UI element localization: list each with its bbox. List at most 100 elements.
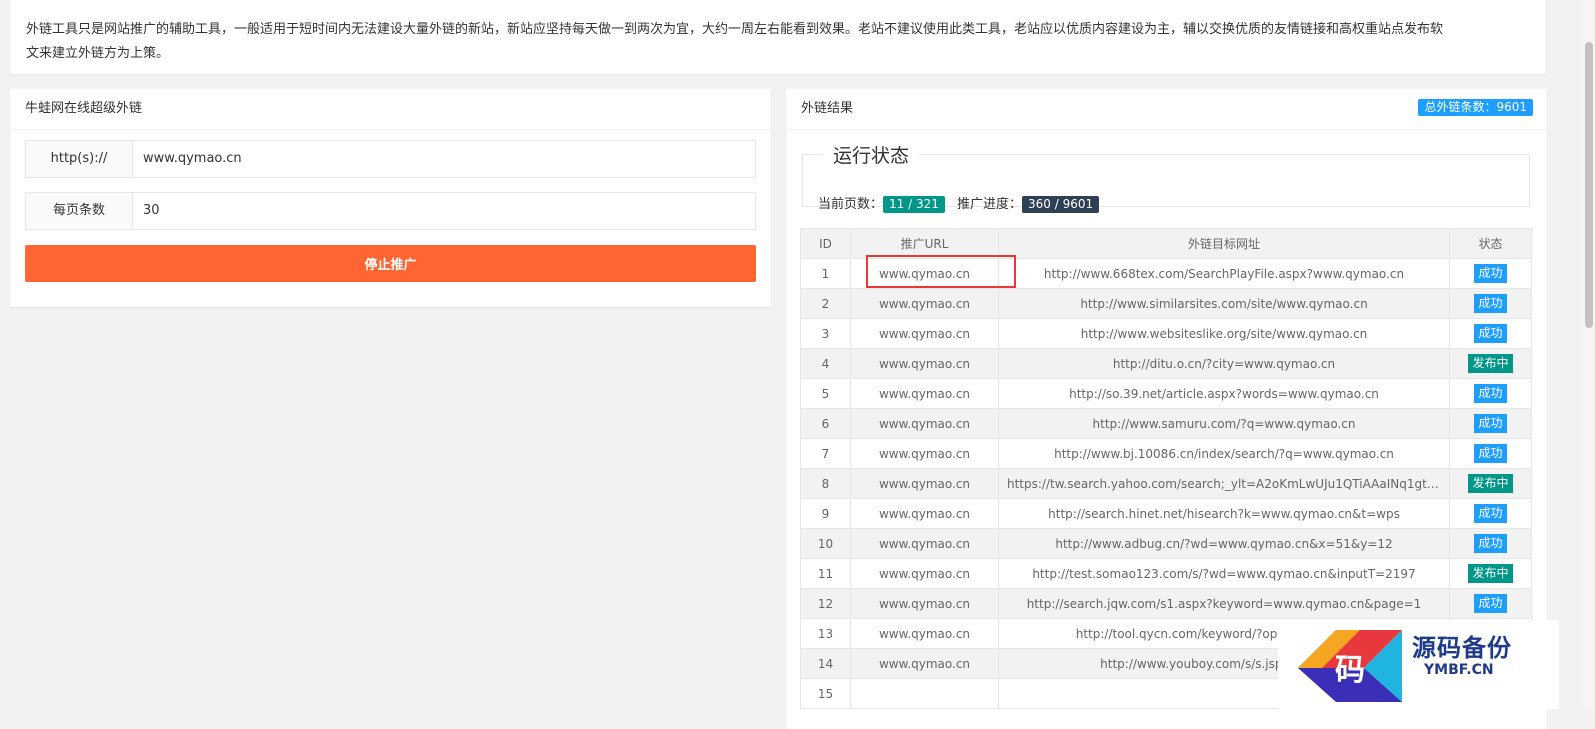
table-row: 7 www.qymao.cn http://www.bj.10086.cn/inde… xyxy=(800,438,1532,469)
url-label: http(s):// xyxy=(26,141,133,177)
cell-id: 8 xyxy=(800,468,851,499)
cell-target-url: http://www.bj.10086.cn/index/search/?q=w… xyxy=(998,438,1450,469)
promotion-form-panel: 牛蛙网在线超级外链 http(s):// 每页条数 停止推广 xyxy=(10,89,771,307)
cell-id: 12 xyxy=(800,588,851,619)
status-publishing-tag: 发布中 xyxy=(1468,564,1513,583)
cell-status: 成功 xyxy=(1449,438,1532,469)
cell-target-url: http://ditu.o.cn/?city=www.qymao.cn xyxy=(998,348,1450,379)
cell-promo-url: www.qymao.cn xyxy=(850,288,999,319)
cell-status: 发布中 xyxy=(1449,468,1532,499)
cell-target-url: http://www.samuru.com/?q=www.qymao.cn xyxy=(998,408,1450,439)
col-header-promo-url: 推广URL xyxy=(850,228,999,259)
status-success-tag: 成功 xyxy=(1474,534,1507,553)
per-page-input[interactable] xyxy=(133,193,755,229)
col-header-status: 状态 xyxy=(1449,228,1532,259)
table-row: 5 www.qymao.cn http://so.39.net/article.as… xyxy=(800,378,1532,409)
cell-status: 成功 xyxy=(1449,378,1532,409)
cell-status: 成功 xyxy=(1449,318,1532,349)
progress-label: 推广进度： xyxy=(957,197,1023,212)
status-success-tag: 成功 xyxy=(1474,594,1507,613)
cell-target-url: http://search.jqw.com/s1.aspx?keyword=ww… xyxy=(998,588,1450,619)
cell-target-url: http://test.somao123.com/s/?wd=www.qymao… xyxy=(998,558,1450,589)
cell-status: 成功 xyxy=(1449,528,1532,559)
cell-promo-url: www.qymao.cn xyxy=(850,378,999,409)
cell-target-url: https://tw.search.yahoo.com/search;_ylt=… xyxy=(998,468,1450,499)
cell-status: 成功 xyxy=(1449,588,1532,619)
cell-status: 成功 xyxy=(1449,498,1532,529)
table-row: 12 www.qymao.cn http://search.jqw.com/s1.a… xyxy=(800,588,1532,619)
col-header-id: ID xyxy=(800,228,851,259)
cell-target-url: http://so.39.net/article.aspx?words=www.… xyxy=(998,378,1450,409)
current-page-label: 当前页数： xyxy=(818,197,884,212)
watermark-title: 源码备份 xyxy=(1412,634,1512,662)
cell-promo-url: www.qymao.cn xyxy=(850,348,999,379)
progress-badge: 360 / 9601 xyxy=(1022,196,1100,213)
cell-target-url: http://www.similarsites.com/site/www.qym… xyxy=(998,288,1450,319)
status-success-tag: 成功 xyxy=(1474,264,1507,283)
cell-promo-url: www.qymao.cn xyxy=(850,648,999,679)
status-success-tag: 成功 xyxy=(1474,294,1507,313)
cell-target-url: http://www.668tex.com/SearchPlayFile.asp… xyxy=(998,258,1450,289)
watermark: 码 源码备份 YMBF.CN xyxy=(1278,620,1559,709)
run-status-legend: 运行状态 xyxy=(833,145,910,167)
stop-promotion-button[interactable]: 停止推广 xyxy=(25,245,756,282)
watermark-logo-icon: 码 xyxy=(1298,630,1402,702)
cell-status: 成功 xyxy=(1449,408,1532,439)
cell-id: 13 xyxy=(800,618,851,649)
cell-promo-url: www.qymao.cn xyxy=(850,558,999,589)
table-row: 3 www.qymao.cn http://www.websiteslike.org… xyxy=(800,318,1532,349)
cell-status: 发布中 xyxy=(1449,348,1532,379)
table-row: 11 www.qymao.cn http://test.somao123.com/s… xyxy=(800,558,1532,589)
url-input[interactable] xyxy=(133,141,755,177)
cell-promo-url: www.qymao.cn xyxy=(850,588,999,619)
cell-id: 5 xyxy=(800,378,851,409)
status-publishing-tag: 发布中 xyxy=(1468,474,1513,493)
results-title: 外链结果 总外链条数：9601 xyxy=(786,89,1547,130)
total-count-badge: 总外链条数：9601 xyxy=(1418,99,1533,116)
table-row: 10 www.qymao.cn http://www.adbug.cn/?wd=ww… xyxy=(800,528,1532,559)
table-row: 8 www.qymao.cn https://tw.search.yahoo.com… xyxy=(800,468,1532,499)
cell-status: 成功 xyxy=(1449,288,1532,319)
page-scrollbar[interactable] xyxy=(1583,0,1595,709)
cell-id: 1 xyxy=(800,258,851,289)
status-success-tag: 成功 xyxy=(1474,414,1507,433)
notice-card: 外链工具只是网站推广的辅助工具，一般适用于短时间内无法建设大量外链的新站，新站应… xyxy=(10,0,1546,74)
cell-id: 9 xyxy=(800,498,851,529)
cell-id: 11 xyxy=(800,558,851,589)
cell-id: 6 xyxy=(800,408,851,439)
cell-status: 成功 xyxy=(1449,258,1532,289)
results-title-text: 外链结果 xyxy=(801,101,854,116)
cell-id: 7 xyxy=(800,438,851,469)
cell-promo-url: www.qymao.cn xyxy=(850,498,999,529)
table-row: 1 www.qymao.cn http://www.668tex.com/Searc… xyxy=(800,258,1532,289)
cell-id: 3 xyxy=(800,318,851,349)
cell-target-url: http://www.websiteslike.org/site/www.qym… xyxy=(998,318,1450,349)
cell-status: 发布中 xyxy=(1449,558,1532,589)
cell-promo-url: www.qymao.cn xyxy=(850,468,999,499)
cell-promo-url: www.qymao.cn xyxy=(850,528,999,559)
per-page-row: 每页条数 xyxy=(25,192,756,230)
cell-target-url: http://search.hinet.net/hisearch?k=www.q… xyxy=(998,498,1450,529)
status-publishing-tag: 发布中 xyxy=(1468,354,1513,373)
table-row: 6 www.qymao.cn http://www.samuru.com/?q=ww… xyxy=(800,408,1532,439)
cell-id: 2 xyxy=(800,288,851,319)
status-success-tag: 成功 xyxy=(1474,444,1507,463)
current-page-badge: 11 / 321 xyxy=(883,196,945,213)
cell-id: 14 xyxy=(800,648,851,679)
cell-promo-url xyxy=(850,678,999,709)
status-success-tag: 成功 xyxy=(1474,324,1507,343)
table-header-row: ID 推广URL 外链目标网址 状态 xyxy=(800,228,1532,259)
per-page-label: 每页条数 xyxy=(26,193,133,229)
notice-text: 外链工具只是网站推广的辅助工具，一般适用于短时间内无法建设大量外链的新站，新站应… xyxy=(26,22,1444,61)
cell-id: 4 xyxy=(800,348,851,379)
table-row: 4 www.qymao.cn http://ditu.o.cn/?city=www.… xyxy=(800,348,1532,379)
col-header-target-url: 外链目标网址 xyxy=(998,228,1450,259)
cell-target-url: http://www.adbug.cn/?wd=www.qymao.cn&x=5… xyxy=(998,528,1450,559)
table-row: 2 www.qymao.cn http://www.similarsites.com… xyxy=(800,288,1532,319)
cell-promo-url: www.qymao.cn xyxy=(850,618,999,649)
table-row: 9 www.qymao.cn http://search.hinet.net/his… xyxy=(800,498,1532,529)
cell-promo-url: www.qymao.cn xyxy=(850,438,999,469)
watermark-subtitle: YMBF.CN xyxy=(1424,662,1494,678)
scrollbar-thumb[interactable] xyxy=(1585,42,1593,328)
status-success-tag: 成功 xyxy=(1474,504,1507,523)
